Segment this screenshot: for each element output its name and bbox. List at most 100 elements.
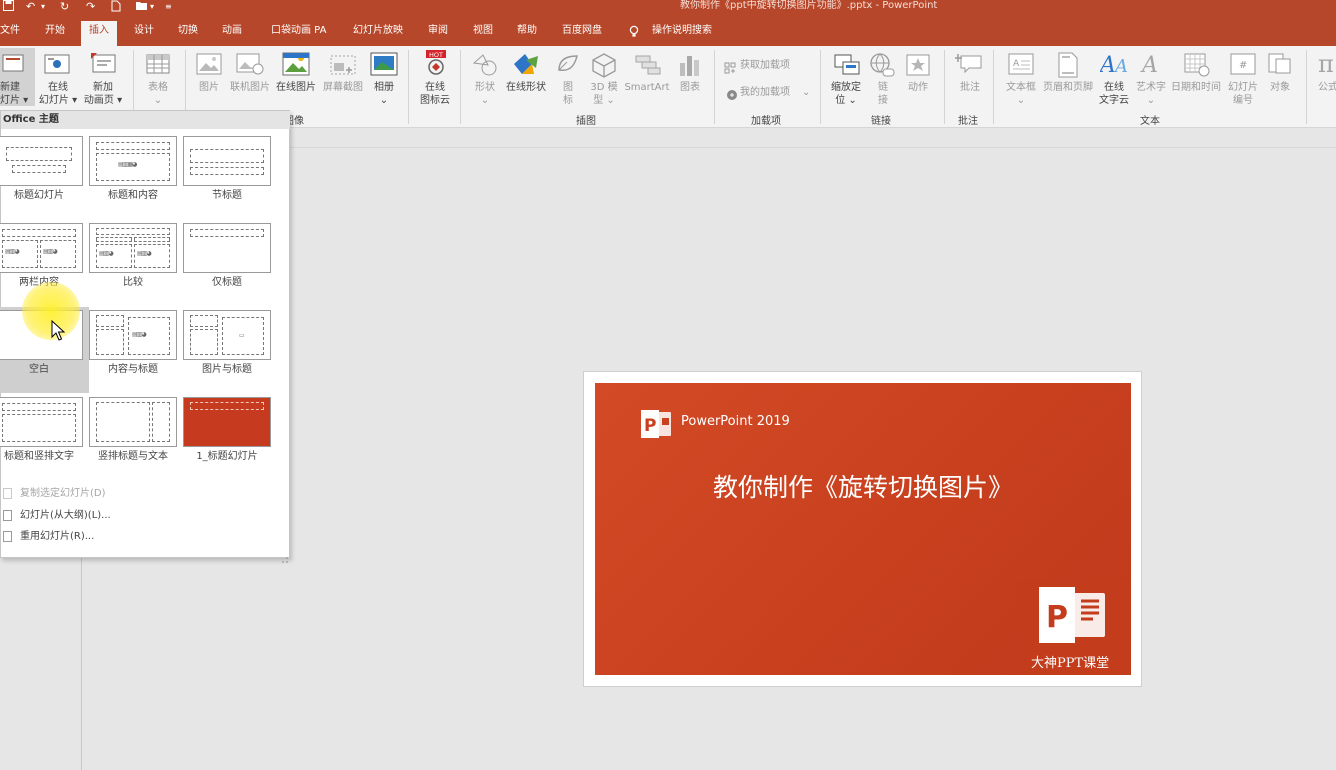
smartart-icon[interactable] bbox=[634, 54, 662, 80]
layout-vertical-title-text[interactable]: 竖排标题与文本 bbox=[89, 396, 183, 482]
my-addins-button[interactable]: 我的加载项 bbox=[740, 86, 790, 99]
icons-button[interactable]: 图 标 bbox=[558, 81, 578, 107]
layout-title-slide[interactable]: 标题幻灯片 bbox=[0, 135, 89, 221]
object-button[interactable]: 对象 bbox=[1264, 81, 1296, 94]
tab-review[interactable]: 审阅 bbox=[428, 23, 448, 39]
redo-icon[interactable]: ↷ bbox=[86, 0, 95, 14]
3d-model-icon[interactable] bbox=[591, 52, 617, 82]
online-slide-button[interactable]: 在线 幻灯片 ▾ bbox=[37, 81, 79, 107]
slide-title[interactable]: 教你制作《旋转切换图片》 bbox=[595, 471, 1131, 505]
zoom-button[interactable]: 缩放定 位 ⌄ bbox=[826, 81, 866, 107]
formula-button[interactable]: 公式 bbox=[1318, 81, 1336, 94]
textbox-icon[interactable]: A bbox=[1008, 53, 1034, 79]
chart-icon[interactable] bbox=[679, 53, 701, 81]
online-slide-icon[interactable] bbox=[44, 54, 70, 78]
layout-title-and-content[interactable]: ▤▥▦◕ 标题和内容 bbox=[89, 135, 183, 221]
comment-button[interactable]: 批注 bbox=[954, 81, 986, 94]
online-icon-cloud-icon[interactable]: HOT bbox=[422, 50, 450, 82]
tab-baidu-netdisk[interactable]: 百度网盘 bbox=[562, 23, 602, 39]
open-folder-dropdown-icon[interactable]: ▾ bbox=[150, 0, 154, 14]
layout-thumbnail: ▤▥◕ bbox=[89, 310, 177, 360]
comment-icon[interactable] bbox=[954, 52, 983, 80]
action-button[interactable]: 动作 bbox=[902, 81, 934, 94]
screenshot-button[interactable]: 屏幕截图 bbox=[320, 81, 366, 94]
slide-content[interactable]: P PowerPoint 2019 教你制作《旋转切换图片》 P 大神PPT课堂 bbox=[595, 383, 1131, 675]
header-footer-icon[interactable] bbox=[1058, 52, 1078, 82]
new-slide-button[interactable]: 新建 灯片 ▾ bbox=[0, 81, 28, 107]
online-picture-cloud-icon[interactable] bbox=[282, 52, 310, 80]
picture-button[interactable]: 图片 bbox=[194, 81, 224, 94]
my-addins-dropdown-icon[interactable]: ⌄ bbox=[802, 86, 810, 99]
layout-content-with-caption[interactable]: ▤▥◕ 内容与标题 bbox=[89, 309, 183, 395]
smartart-button[interactable]: SmartArt bbox=[623, 81, 671, 94]
undo-icon[interactable]: ↶ bbox=[26, 0, 35, 14]
new-slide-icon[interactable] bbox=[2, 52, 26, 78]
tell-me-search[interactable]: 操作说明搜索 bbox=[652, 23, 712, 39]
online-picture-2-button[interactable]: 在线图片 bbox=[273, 81, 319, 94]
new-file-icon[interactable] bbox=[111, 0, 121, 14]
photo-album-button[interactable]: 相册 ⌄ bbox=[368, 81, 400, 107]
customize-qat-icon[interactable]: ≡ bbox=[165, 0, 172, 14]
new-animation-page-icon[interactable] bbox=[90, 52, 118, 78]
tab-design[interactable]: 设计 bbox=[134, 23, 154, 39]
slide-number-icon[interactable]: # bbox=[1230, 53, 1256, 79]
wordart-icon[interactable]: A bbox=[1140, 52, 1162, 80]
get-addins-button[interactable]: 获取加载项 bbox=[740, 59, 790, 72]
layout-picture-with-caption[interactable]: ▭ 图片与标题 bbox=[183, 309, 277, 395]
wordart-button[interactable]: 艺术字 ⌄ bbox=[1134, 81, 1168, 107]
tab-file[interactable]: 文件 bbox=[0, 23, 20, 39]
tab-pocket-animation[interactable]: 口袋动画 PA bbox=[271, 23, 326, 39]
layout-comparison[interactable]: ▤▥◕ ▤▥◕ 比较 bbox=[89, 222, 183, 308]
online-picture-icon[interactable] bbox=[236, 53, 264, 79]
resize-grip-icon[interactable] bbox=[281, 549, 289, 563]
tab-animations[interactable]: 动画 bbox=[222, 23, 242, 39]
layout-title-only[interactable]: 仅标题 bbox=[183, 222, 277, 308]
date-time-icon[interactable] bbox=[1184, 53, 1210, 81]
tab-view[interactable]: 视图 bbox=[473, 23, 493, 39]
textbox-button[interactable]: 文本框 ⌄ bbox=[1002, 81, 1040, 107]
icons-icon[interactable] bbox=[555, 52, 581, 82]
online-icon-cloud-button[interactable]: 在线 图标云 bbox=[414, 81, 456, 107]
online-wordart-icon[interactable]: AA bbox=[1098, 52, 1130, 80]
shapes-button[interactable]: 形状 ⌄ bbox=[468, 81, 502, 107]
photo-album-icon[interactable] bbox=[370, 52, 398, 80]
link-icon[interactable] bbox=[869, 52, 895, 82]
table-button[interactable]: 表格 ⌄ bbox=[140, 81, 176, 107]
online-shapes-button[interactable]: 在线形状 bbox=[503, 81, 549, 94]
slide-number-button[interactable]: 幻灯片 编号 bbox=[1226, 81, 1260, 107]
new-animation-page-button[interactable]: 新加 动画页 ▾ bbox=[81, 81, 125, 107]
tab-slideshow[interactable]: 幻灯片放映 bbox=[353, 23, 403, 39]
header-footer-button[interactable]: 页眉和页脚 bbox=[1040, 81, 1096, 94]
tab-help[interactable]: 帮助 bbox=[517, 23, 537, 39]
layout-1-title-slide[interactable]: 1_标题幻灯片 bbox=[183, 396, 277, 482]
formula-icon[interactable]: π bbox=[1318, 50, 1336, 80]
link-button[interactable]: 链 接 bbox=[874, 81, 892, 107]
tab-home[interactable]: 开始 bbox=[45, 23, 65, 39]
online-picture-button[interactable]: 联机图片 bbox=[228, 81, 272, 94]
picture-icon[interactable] bbox=[196, 53, 222, 79]
layout-section-header[interactable]: 节标题 bbox=[183, 135, 277, 221]
undo-dropdown-icon[interactable]: ▾ bbox=[41, 0, 45, 14]
tab-transitions[interactable]: 切换 bbox=[178, 23, 198, 39]
svg-text:HOT: HOT bbox=[429, 51, 443, 59]
3d-model-button[interactable]: 3D 模 型 ⌄ bbox=[587, 81, 621, 107]
shapes-icon[interactable] bbox=[472, 53, 498, 81]
screenshot-icon[interactable] bbox=[330, 55, 356, 79]
svg-text:A: A bbox=[1013, 59, 1020, 69]
object-icon[interactable] bbox=[1268, 53, 1292, 79]
save-icon[interactable] bbox=[3, 0, 14, 14]
my-addins-icon[interactable] bbox=[726, 86, 738, 105]
chart-button[interactable]: 图表 bbox=[674, 81, 706, 94]
layout-title-vertical-text[interactable]: 标题和竖排文字 bbox=[0, 396, 89, 482]
tab-insert[interactable]: 插入 bbox=[81, 21, 117, 46]
refresh-icon[interactable]: ↻ bbox=[60, 0, 69, 14]
open-folder-icon[interactable] bbox=[135, 0, 148, 14]
online-wordart-button[interactable]: 在线 文字云 bbox=[1094, 81, 1134, 107]
lightbulb-icon[interactable] bbox=[629, 24, 639, 38]
table-icon[interactable] bbox=[146, 54, 170, 78]
get-addins-icon[interactable] bbox=[724, 59, 736, 78]
action-icon[interactable] bbox=[906, 54, 930, 80]
online-shapes-icon[interactable] bbox=[512, 52, 540, 82]
zoom-icon[interactable] bbox=[834, 54, 860, 80]
date-time-button[interactable]: 日期和时间 bbox=[1169, 81, 1223, 94]
